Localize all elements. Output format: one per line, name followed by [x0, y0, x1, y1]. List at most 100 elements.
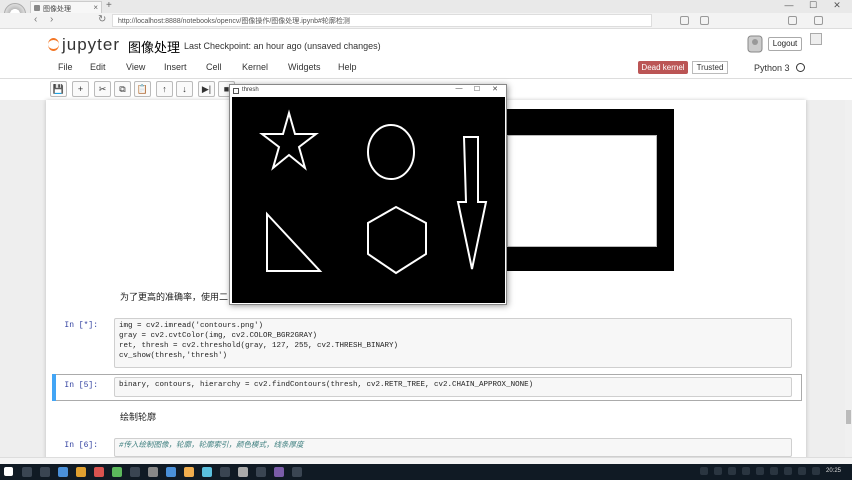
menu-widgets[interactable]: Widgets [288, 62, 321, 72]
menu-file[interactable]: File [58, 62, 73, 72]
battery-icon[interactable] [770, 467, 778, 475]
reload-button[interactable]: ↻ [98, 14, 106, 25]
menu-icon[interactable] [788, 16, 797, 25]
windows-taskbar: 20:25 [0, 464, 852, 480]
menu-kernel[interactable]: Kernel [242, 62, 268, 72]
scrollbar-thumb[interactable] [846, 410, 851, 424]
kernel-status-icon [796, 63, 805, 72]
app-icon[interactable] [94, 467, 104, 477]
copy-button[interactable]: ⧉ [114, 81, 131, 97]
tab-close-icon[interactable]: × [93, 3, 98, 12]
run-button[interactable]: ▶| [198, 81, 215, 97]
window-minimize-button[interactable]: — [452, 85, 466, 92]
start-icon[interactable] [4, 467, 13, 476]
cell-prompt: In [*]: [64, 321, 98, 330]
arrow-shape [456, 136, 488, 270]
save-button[interactable]: 💾 [50, 81, 67, 97]
menu-cell[interactable]: Cell [206, 62, 222, 72]
code-line: gray = cv2.cvtColor(img, cv2.COLOR_BGR2G… [119, 332, 318, 340]
settings-icon[interactable] [814, 16, 823, 25]
minimize-window-button[interactable]: — [778, 0, 800, 10]
thresh-image-canvas [232, 97, 505, 303]
menu-edit[interactable]: Edit [90, 62, 106, 72]
kernel-name: Python 3 [754, 63, 790, 73]
browser-tab-bar: 图像处理 × + — ☐ ✕ [0, 0, 852, 13]
thresh-image-window[interactable]: thresh — ☐ ✕ [229, 84, 507, 305]
code-line: img = cv2.imread('contours.png') [119, 322, 264, 330]
notification-center-icon[interactable] [812, 467, 820, 475]
task-view-icon[interactable] [40, 467, 50, 477]
notification-icon[interactable] [810, 33, 822, 45]
paste-button[interactable]: 📋 [134, 81, 151, 97]
folder-icon[interactable] [76, 467, 86, 477]
code-line: ret, thresh = cv2.threshold(gray, 127, 2… [119, 342, 399, 350]
code-cell-input[interactable]: #传入绘制图像，轮廓，轮廓索引，颜色模式，线条厚度 [114, 438, 792, 457]
trusted-badge[interactable]: Trusted [692, 61, 728, 74]
forward-button[interactable]: › [50, 14, 53, 25]
menu-help[interactable]: Help [338, 62, 357, 72]
jupyter-logo-icon [48, 38, 59, 51]
hexagon-shape [367, 205, 427, 275]
app-icon[interactable] [184, 467, 194, 477]
app-icon[interactable] [130, 467, 140, 477]
code-cell-input[interactable]: binary, contours, hierarchy = cv2.findCo… [114, 377, 792, 397]
jupyter-logo[interactable]: jupyter [48, 35, 120, 55]
move-down-button[interactable]: ↓ [176, 81, 193, 97]
search-icon[interactable] [22, 467, 32, 477]
window-title: thresh [242, 87, 259, 93]
header-divider [0, 78, 852, 79]
app-icon[interactable] [112, 467, 122, 477]
cell-prompt: In [6]: [64, 441, 98, 450]
ime-icon[interactable] [798, 467, 806, 475]
insert-cell-button[interactable]: + [72, 81, 89, 97]
notebook-name[interactable]: 图像处理 [128, 37, 180, 56]
tab-favicon-icon [34, 5, 40, 11]
circle-shape [367, 124, 415, 180]
app-icon[interactable] [256, 467, 266, 477]
code-cell-input[interactable]: img = cv2.imread('contours.png') gray = … [114, 318, 792, 368]
extension-icon[interactable] [680, 16, 689, 25]
app-icon[interactable] [202, 467, 212, 477]
app-icon[interactable] [148, 467, 158, 477]
cut-button[interactable]: ✂ [94, 81, 111, 97]
cell-prompt: In [5]: [64, 381, 98, 390]
app-icon[interactable] [274, 467, 284, 477]
app-icon[interactable] [220, 467, 230, 477]
code-line: binary, contours, hierarchy = cv2.findCo… [119, 381, 534, 389]
ime-icon[interactable] [784, 467, 792, 475]
code-comment: #传入绘制图像，轮廓，轮廓索引，颜色模式，线条厚度 [119, 442, 304, 450]
new-tab-button[interactable]: + [106, 0, 112, 11]
bookmark-icon[interactable] [700, 16, 709, 25]
window-titlebar[interactable]: thresh — ☐ ✕ [230, 85, 506, 97]
move-up-button[interactable]: ↑ [156, 81, 173, 97]
tray-icon[interactable] [728, 467, 736, 475]
output-image-rectangle [503, 109, 674, 271]
close-window-button[interactable]: ✕ [826, 0, 848, 11]
output-image-inner [507, 135, 657, 247]
menu-view[interactable]: View [126, 62, 145, 72]
checkpoint-status: Last Checkpoint: an hour ago (unsaved ch… [184, 41, 381, 51]
selected-cell-indicator [52, 374, 56, 401]
tray-icon[interactable] [714, 467, 722, 475]
tray-icon[interactable] [700, 467, 708, 475]
window-app-icon [233, 88, 239, 94]
menu-insert[interactable]: Insert [164, 62, 187, 72]
volume-icon[interactable] [742, 467, 750, 475]
back-button[interactable]: ‹ [34, 14, 37, 25]
logout-button[interactable]: Logout [768, 37, 802, 51]
markdown-text-threshold: 为了更高的准确率，使用二 [120, 292, 229, 302]
triangle-shape [266, 211, 323, 272]
network-icon[interactable] [756, 467, 764, 475]
edge-icon[interactable] [58, 467, 68, 477]
app-icon[interactable] [166, 467, 176, 477]
dead-kernel-badge[interactable]: Dead kernel [638, 61, 688, 74]
maximize-window-button[interactable]: ☐ [802, 0, 824, 11]
app-icon[interactable] [292, 467, 302, 477]
jupyter-logo-text: jupyter [62, 35, 121, 54]
browser-tab[interactable]: 图像处理 × [30, 1, 102, 13]
star-shape [259, 109, 319, 171]
clock[interactable]: 20:25 [826, 468, 841, 474]
window-close-button[interactable]: ✕ [488, 85, 502, 93]
app-icon[interactable] [238, 467, 248, 477]
window-maximize-button[interactable]: ☐ [470, 85, 484, 93]
